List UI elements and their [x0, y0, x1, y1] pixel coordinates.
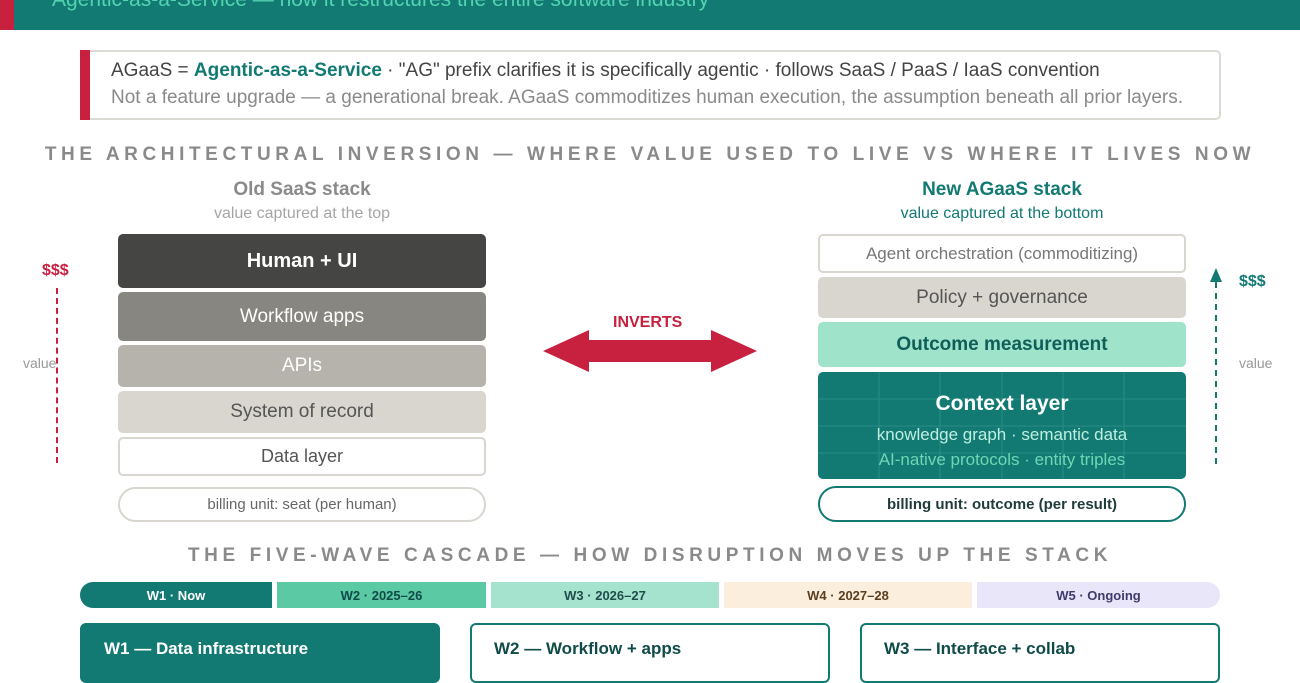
wave-pill-w5: W5 · Ongoing — [977, 582, 1220, 608]
old-layer-system-of-record: System of record — [118, 391, 486, 433]
context-layer-line-2: AI-native protocols · entity triples — [878, 450, 1126, 469]
definition-suffix: · "AG" prefix clarifies it is specifical… — [381, 60, 1100, 81]
new-stack-title: New AGaaS stack — [922, 179, 1082, 200]
old-money-label: $$$ — [42, 262, 69, 279]
wave-pill-w3: W3 · 2026–27 — [491, 582, 719, 608]
wave-card-w2-title: W2 — Workflow + apps — [494, 639, 682, 658]
definition-accent-bar — [80, 50, 90, 120]
inversion-section-title: THE ARCHITECTURAL INVERSION — WHERE VALU… — [44, 144, 1256, 165]
old-layer-data: Data layer — [118, 437, 486, 476]
wave-card-w2: W2 — Workflow + apps — [470, 623, 830, 683]
new-money-label: $$$ — [1239, 273, 1266, 290]
definition-line-1: AGaaS = Agentic-as-a-Service · "AG" pref… — [111, 60, 1100, 82]
wave-card-w3: W3 — Interface + collab — [860, 623, 1220, 683]
wave-pill-w4: W4 · 2027–28 — [724, 582, 972, 608]
definition-prefix: AGaaS = — [111, 60, 194, 81]
old-layer-workflow-apps: Workflow apps — [118, 292, 486, 341]
new-stack-subtitle: value captured at the bottom — [900, 205, 1104, 222]
old-stack-subtitle: value captured at the top — [213, 205, 391, 222]
wave-pill-w1: W1 · Now — [80, 582, 272, 608]
cascade-section-title: THE FIVE-WAVE CASCADE — HOW DISRUPTION M… — [187, 545, 1113, 566]
wave-card-w1: W1 — Data infrastructure — [80, 623, 440, 683]
banner-accent-bar — [0, 0, 14, 30]
double-arrow-icon — [543, 330, 757, 372]
wave-pill-w2: W2 · 2025–26 — [277, 582, 486, 608]
context-layer-line-1: knowledge graph · semantic data — [876, 425, 1128, 444]
definition-term: Agentic-as-a-Service — [193, 60, 382, 81]
definition-line-2: Not a feature upgrade — a generational b… — [111, 87, 1184, 108]
up-arrow-icon — [1210, 268, 1222, 464]
new-billing-unit: billing unit: outcome (per result) — [818, 486, 1186, 522]
old-layer-human-ui: Human + UI — [118, 234, 486, 288]
old-billing-unit: billing unit: seat (per human) — [118, 487, 486, 522]
banner-title: Agentic-as-a-Service — how it restructur… — [52, 0, 709, 12]
new-layer-context: Context layer knowledge graph · semantic… — [818, 372, 1186, 479]
old-layer-apis: APIs — [118, 345, 486, 387]
old-value-label: value — [23, 355, 57, 371]
context-layer-title: Context layer — [935, 392, 1069, 415]
old-stack-title: Old SaaS stack — [233, 179, 371, 200]
wave-card-w3-title: W3 — Interface + collab — [884, 639, 1076, 658]
old-value-dashed-line — [56, 288, 58, 463]
new-layer-outcome-measurement: Outcome measurement — [818, 322, 1186, 367]
new-layer-agent-orchestration: Agent orchestration (commoditizing) — [818, 234, 1186, 273]
new-layer-policy-governance: Policy + governance — [818, 277, 1186, 318]
wave-card-w1-title: W1 — Data infrastructure — [104, 639, 309, 658]
new-value-label: value — [1239, 355, 1273, 371]
